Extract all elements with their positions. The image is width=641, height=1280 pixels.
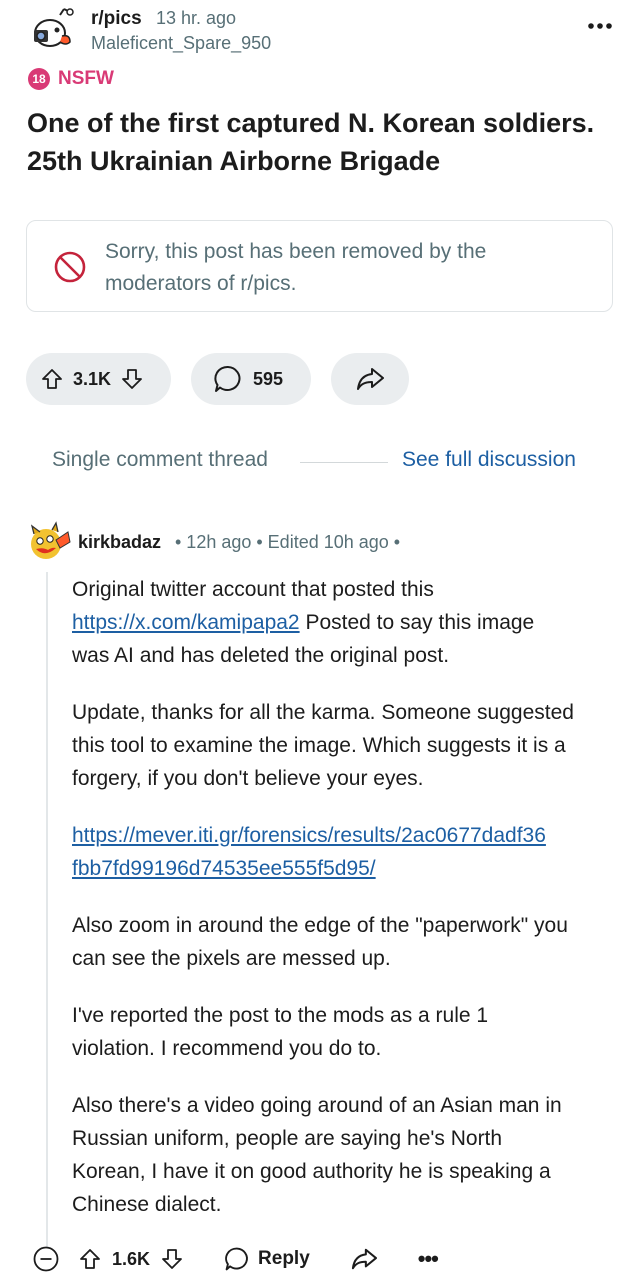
comment-paragraph: https://mever.iti.gr/forensics/results/2… <box>72 819 617 885</box>
removed-notice-line: moderators of r/pics. <box>105 272 297 295</box>
comments-button[interactable]: 595 <box>191 353 311 405</box>
post-vote-count: 3.1K <box>73 368 112 389</box>
prohibited-icon <box>53 250 87 284</box>
overflow-dots-icon[interactable] <box>586 16 614 36</box>
more-options-button[interactable]: ••• <box>418 1246 439 1272</box>
comment-line: Also there's a video going around of an … <box>72 1094 562 1117</box>
comment-line: I've reported the post to the mods as a … <box>72 1004 489 1027</box>
comment-line: Original twitter account that posted thi… <box>72 578 434 601</box>
thread-line[interactable] <box>46 572 48 1247</box>
upvote-icon[interactable] <box>78 1247 102 1271</box>
share-arrow-icon <box>355 366 385 392</box>
subreddit-name[interactable]: r/pics <box>91 8 142 30</box>
share-arrow-icon[interactable] <box>350 1247 378 1271</box>
comment-meta: • 12h ago • Edited 10h ago • <box>175 532 401 552</box>
removed-notice-line: Sorry, this post has been removed by the <box>105 240 487 263</box>
comment-paragraph: Original twitter account that posted thi… <box>72 573 617 672</box>
comment-paragraph: Also zoom in around the edge of the "pap… <box>72 909 617 975</box>
forensics-link[interactable]: https://mever.iti.gr/forensics/results/2… <box>72 824 546 847</box>
nsfw-label: NSFW <box>58 68 114 89</box>
forensics-link[interactable]: fbb7fd99196d74535ee555f5d95/ <box>72 857 376 880</box>
see-full-discussion-link[interactable]: See full discussion <box>402 448 576 472</box>
reply-label: Reply <box>258 1248 310 1269</box>
comment-line: Also zoom in around the edge of the "pap… <box>72 914 568 937</box>
comment-line: violation. I recommend you do to. <box>72 1037 382 1060</box>
comment-bubble-icon <box>213 364 243 394</box>
avatar-icon <box>30 521 71 559</box>
comment-paragraph: I've reported the post to the mods as a … <box>72 999 617 1065</box>
comment-line: Update, thanks for all the karma. Someon… <box>72 701 574 724</box>
comment-line: https://x.com/kamipapa2 Posted to say th… <box>72 606 617 639</box>
comment-paragraph: Also there's a video going around of an … <box>72 1089 617 1221</box>
comment-body: Original twitter account that posted thi… <box>72 573 617 1245</box>
comment-line: https://mever.iti.gr/forensics/results/2… <box>72 819 617 852</box>
nsfw-badge-icon: 18 <box>28 68 50 90</box>
upvote-icon[interactable] <box>40 367 64 391</box>
comment-actions: 1.6K Reply ••• <box>78 1242 439 1276</box>
post-timestamp: 13 hr. ago <box>156 8 237 28</box>
comment-author[interactable]: kirkbadaz <box>78 532 161 553</box>
comment-line: can see the pixels are messed up. <box>72 947 391 970</box>
twitter-account-link[interactable]: https://x.com/kamipapa2 <box>72 611 300 634</box>
pics-snoo-icon <box>34 8 74 47</box>
comment-line: fbb7fd99196d74535ee555f5d95/ <box>72 852 617 885</box>
downvote-icon[interactable] <box>120 367 144 391</box>
comment-line: was AI and has deleted the original post… <box>72 644 450 667</box>
comment-avatar[interactable] <box>26 518 72 564</box>
comment-bubble-icon <box>224 1246 250 1272</box>
reply-button[interactable]: Reply <box>224 1246 310 1272</box>
share-button[interactable] <box>331 353 409 405</box>
collapse-icon[interactable] <box>32 1245 60 1273</box>
comment-line: Chinese dialect. <box>72 1193 222 1216</box>
comment-line: Russian uniform, people are saying he's … <box>72 1127 503 1150</box>
post-vote-bar: 3.1K <box>26 353 171 405</box>
single-thread-label: Single comment thread <box>52 448 268 471</box>
comment-count: 595 <box>253 368 284 389</box>
downvote-icon[interactable] <box>160 1247 184 1271</box>
comment-line: forgery, if you don't believe your eyes. <box>72 767 424 790</box>
divider <box>300 462 388 463</box>
post-title-line: One of the first captured N. Korean sold… <box>27 108 595 138</box>
post-title: One of the first captured N. Korean sold… <box>27 104 617 180</box>
subreddit-avatar[interactable] <box>26 6 78 58</box>
comment-line: Korean, I have it on good authority he i… <box>72 1160 551 1183</box>
comment-text: Posted to say this image <box>299 611 535 634</box>
removed-notice-text: Sorry, this post has been removed by the… <box>105 236 585 300</box>
comment-line: this tool to examine the image. Which su… <box>72 734 566 757</box>
comment-vote-count: 1.6K <box>112 1248 151 1269</box>
comment-paragraph: Update, thanks for all the karma. Someon… <box>72 696 617 795</box>
post-title-line: 25th Ukrainian Airborne Brigade <box>27 146 441 176</box>
post-author[interactable]: Maleficent_Spare_950 <box>91 33 271 54</box>
